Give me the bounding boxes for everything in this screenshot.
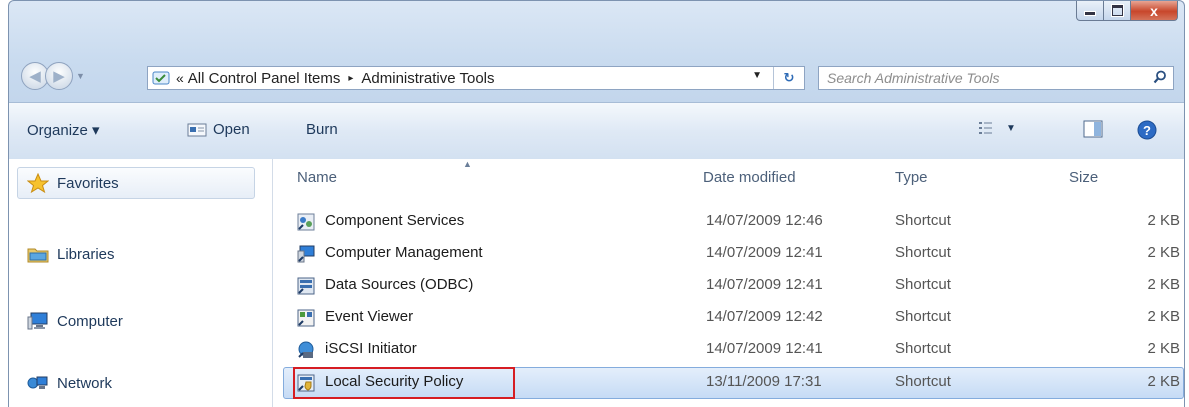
nav-item-network[interactable]: Network: [27, 374, 112, 392]
file-date: 14/07/2009 12:46: [706, 212, 823, 229]
refresh-button[interactable]: ↻: [773, 67, 804, 89]
open-button[interactable]: Open: [187, 121, 250, 138]
minimize-icon: [1084, 11, 1096, 16]
file-name: Computer Management: [325, 244, 483, 261]
view-dropdown-icon[interactable]: ▼: [1006, 123, 1016, 134]
nav-item-label: Computer: [57, 312, 123, 330]
breadcrumb-control-panel-items[interactable]: All Control Panel Items: [188, 70, 341, 87]
navigation-pane: Favorites Libraries Computer Network: [9, 159, 273, 407]
table-row[interactable]: Component Services 14/07/2009 12:46 Shor…: [273, 206, 1184, 238]
open-icon: [187, 123, 207, 136]
column-header-size[interactable]: Size: [1059, 159, 1184, 199]
file-type: Shortcut: [895, 308, 951, 325]
command-bar: Organize ▾ Open Burn ▼ ?: [9, 102, 1184, 160]
file-type: Shortcut: [895, 340, 951, 357]
computer-icon: [27, 312, 48, 330]
preview-pane-icon: [1083, 120, 1103, 138]
table-row[interactable]: Data Sources (ODBC) 14/07/2009 12:41 Sho…: [273, 270, 1184, 302]
control-panel-icon: [152, 71, 170, 85]
file-date: 14/07/2009 12:41: [706, 244, 823, 261]
address-overflow-chevron[interactable]: «: [176, 70, 184, 86]
nav-item-label: Libraries: [57, 245, 115, 263]
data-sources-icon: [297, 277, 315, 295]
nav-item-favorites[interactable]: Favorites: [27, 173, 119, 193]
file-size: 2 KB: [1147, 340, 1180, 357]
table-row[interactable]: Event Viewer 14/07/2009 12:42 Shortcut 2…: [273, 302, 1184, 334]
burn-button[interactable]: Burn: [306, 121, 338, 138]
file-name: Data Sources (ODBC): [325, 276, 474, 293]
local-security-policy-icon: [297, 374, 315, 392]
nav-item-label: Favorites: [57, 174, 119, 192]
explorer-window: x ◀ ▶ ▼ « All Control Panel Items ▸ Admi…: [8, 0, 1185, 407]
table-row[interactable]: iSCSI Initiator 14/07/2009 12:41 Shortcu…: [273, 334, 1184, 366]
table-row[interactable]: Computer Management 14/07/2009 12:41 Sho…: [273, 238, 1184, 270]
nav-item-label: Network: [57, 374, 113, 392]
file-name: iSCSI Initiator: [325, 340, 417, 357]
nav-item-libraries[interactable]: Libraries: [27, 245, 115, 263]
view-details-icon: [979, 122, 992, 134]
search-input[interactable]: Search Administrative Tools: [818, 66, 1174, 90]
breadcrumb-administrative-tools[interactable]: Administrative Tools: [361, 70, 494, 87]
open-label: Open: [213, 121, 250, 138]
file-size: 2 KB: [1147, 244, 1180, 261]
computer-management-icon: [297, 245, 315, 263]
column-headers: ▲ Name Date modified Type Size: [273, 159, 1184, 199]
file-date: 14/07/2009 12:41: [706, 340, 823, 357]
file-type: Shortcut: [895, 244, 951, 261]
star-icon: [27, 173, 49, 193]
forward-button[interactable]: ▶: [45, 62, 73, 90]
maximize-icon: [1111, 5, 1123, 16]
file-date: 14/07/2009 12:42: [706, 308, 823, 325]
file-size: 2 KB: [1147, 276, 1180, 293]
file-name: Event Viewer: [325, 308, 414, 325]
close-button[interactable]: x: [1131, 1, 1178, 21]
close-icon: x: [1150, 2, 1158, 19]
nav-buttons: ◀ ▶ ▼: [21, 62, 85, 90]
file-name: Local Security Policy: [325, 373, 464, 390]
caption-buttons: x: [1076, 1, 1178, 21]
recent-pages-dropdown[interactable]: ▼: [76, 71, 85, 81]
minimize-button[interactable]: [1076, 1, 1104, 21]
address-bar[interactable]: « All Control Panel Items ▸ Administrati…: [147, 66, 805, 90]
forward-arrow-icon: ▶: [53, 68, 65, 85]
file-size: 2 KB: [1147, 308, 1180, 325]
file-name: Component Services: [325, 212, 465, 229]
event-viewer-icon: [297, 309, 315, 327]
refresh-icon: ↻: [783, 70, 795, 85]
file-type: Shortcut: [895, 276, 951, 293]
file-list: ▲ Name Date modified Type Size Component…: [273, 159, 1184, 407]
column-header-name[interactable]: Name: [287, 159, 692, 199]
network-icon: [27, 376, 48, 389]
column-header-date-modified[interactable]: Date modified: [693, 159, 881, 199]
table-row-selected[interactable]: Local Security Policy 13/11/2009 17:31 S…: [273, 367, 1184, 399]
nav-item-computer[interactable]: Computer: [27, 311, 123, 331]
libraries-icon: [27, 248, 49, 263]
breadcrumb-separator-icon[interactable]: ▸: [348, 73, 353, 84]
svg-text:?: ?: [1143, 123, 1151, 138]
iscsi-initiator-icon: [298, 341, 314, 358]
search-icon[interactable]: [1153, 70, 1167, 84]
component-services-icon: [297, 213, 315, 231]
help-icon: ?: [1137, 120, 1157, 140]
address-dropdown-icon[interactable]: ▼: [752, 70, 762, 81]
organize-button[interactable]: Organize ▾: [27, 121, 100, 139]
change-view-button[interactable]: ▼: [978, 120, 1016, 136]
file-date: 13/11/2009 17:31: [706, 373, 822, 390]
file-date: 14/07/2009 12:41: [706, 276, 823, 293]
help-button[interactable]: ?: [1137, 120, 1157, 140]
maximize-button[interactable]: [1104, 1, 1131, 21]
file-type: Shortcut: [895, 212, 951, 229]
file-type: Shortcut: [895, 373, 951, 390]
file-size: 2 KB: [1147, 212, 1180, 229]
file-size: 2 KB: [1147, 373, 1180, 390]
search-placeholder: Search Administrative Tools: [827, 70, 1000, 86]
preview-pane-button[interactable]: [1083, 120, 1103, 138]
column-header-type[interactable]: Type: [885, 159, 1060, 199]
back-arrow-icon: ◀: [29, 68, 41, 85]
